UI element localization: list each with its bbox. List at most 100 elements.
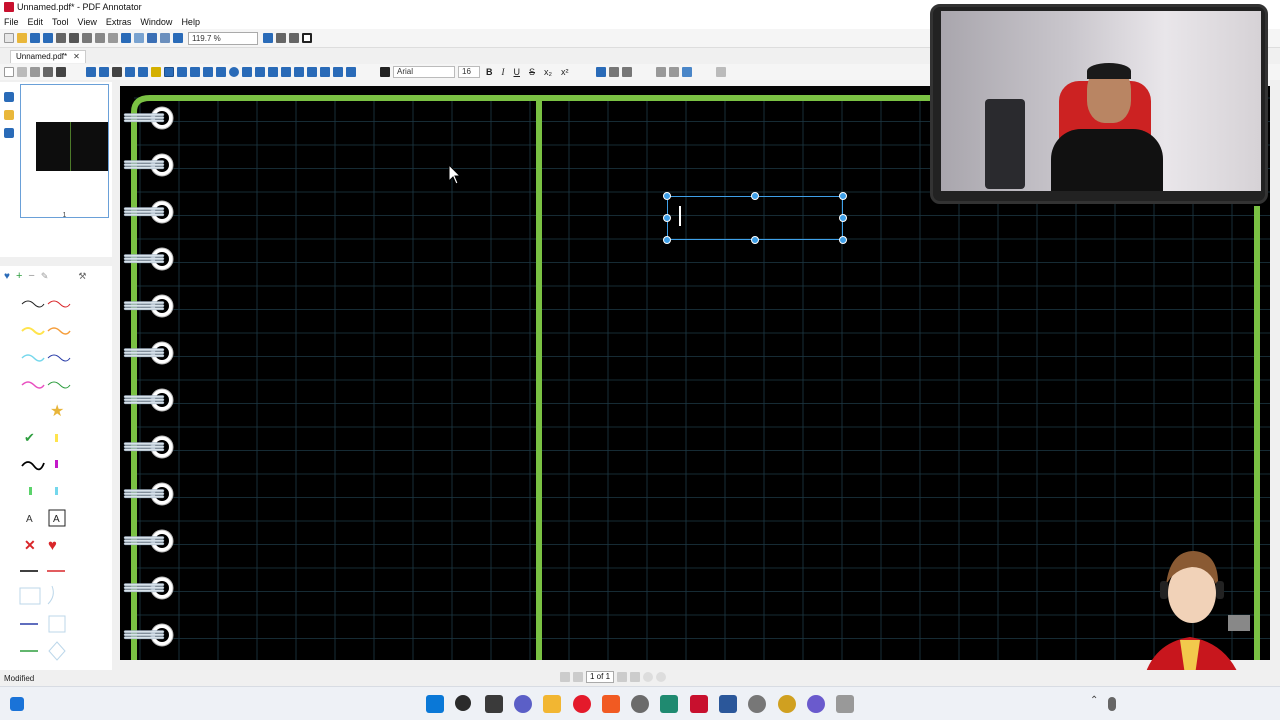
delete-icon[interactable] [108,33,118,43]
resize-handle-top[interactable] [751,192,759,200]
settings-gear-icon[interactable] [631,695,649,713]
resize-handle-bottom[interactable] [751,236,759,244]
edit-favorite-icon[interactable]: ✎ [41,271,49,282]
lasso-tool-icon[interactable] [268,67,278,77]
ruler-icon[interactable] [307,67,317,77]
task-view-icon[interactable] [485,695,503,713]
page-number-field[interactable]: 1 of 1 [586,671,615,683]
superscript-button[interactable]: x² [561,67,569,77]
bold-button[interactable]: B [486,67,493,77]
select-tool-icon[interactable] [86,67,96,77]
camera-icon[interactable] [281,67,291,77]
page-icon[interactable] [4,67,14,77]
layout-icon[interactable] [30,67,40,77]
menu-tool[interactable]: Tool [52,17,69,27]
star-stamp-icon[interactable]: ★ [50,403,64,420]
color-fill-icon[interactable] [681,67,692,77]
binoculars-icon[interactable] [147,33,157,43]
eraser-icon[interactable] [320,67,330,77]
remove-favorite-icon[interactable]: − [28,270,34,282]
zoom-out-icon[interactable] [173,33,183,43]
resize-handle-right[interactable] [839,214,847,222]
light-square-icon[interactable] [48,615,66,633]
line-tool-icon[interactable] [190,67,200,77]
resize-handle-top-left[interactable] [663,192,671,200]
black-pen-icon[interactable] [21,461,45,471]
ellipse-tool-icon[interactable] [229,67,239,77]
text-stamp-icon[interactable]: A [26,514,33,525]
opera-icon[interactable] [573,695,591,713]
cyan-marker-icon[interactable] [55,487,58,495]
checkmark-stamp-icon[interactable]: ✔ [24,430,35,445]
save-icon[interactable] [30,33,40,43]
forward-icon[interactable] [656,672,667,682]
open-folder-icon[interactable] [17,33,27,43]
favorites-settings-icon[interactable]: ⚒ [78,271,86,282]
brave-icon[interactable] [602,695,620,713]
first-page-icon[interactable] [560,672,570,682]
close-panel-icon[interactable] [56,67,66,77]
folder-sidebar-icon[interactable] [4,110,14,120]
menu-extras[interactable]: Extras [106,17,132,27]
resize-handle-bottom-left[interactable] [663,236,671,244]
start-menu-icon[interactable] [426,695,444,713]
tools-icon[interactable] [43,67,53,77]
redo-icon[interactable] [134,33,144,43]
menu-window[interactable]: Window [140,17,172,27]
pdf-annotator-icon[interactable] [690,695,708,713]
font-name-field[interactable]: Arial [393,66,455,78]
resize-handle-bottom-right[interactable] [839,236,847,244]
resize-handle-top-right[interactable] [839,192,847,200]
favorite-heart-icon[interactable] [346,67,356,77]
recorder-icon[interactable] [748,695,766,713]
text-box-tool-icon[interactable] [164,67,174,77]
teams-icon[interactable] [514,695,532,713]
previous-page-icon[interactable] [573,672,583,682]
light-diamond-icon[interactable] [48,641,66,661]
menu-view[interactable]: View [78,17,97,27]
fill-style-icon[interactable] [668,67,679,77]
chrome-icon[interactable] [778,695,796,713]
page-tools-icon[interactable] [160,33,170,43]
back-icon[interactable] [643,672,654,682]
align-right-icon[interactable] [621,67,632,77]
stamp-icon[interactable] [177,67,187,77]
add-favorite-icon[interactable]: + [16,270,22,282]
strikethrough-button[interactable]: S [529,67,535,77]
search-icon[interactable] [455,695,471,711]
close-tab-icon[interactable]: ✕ [73,52,80,61]
crop-icon[interactable] [294,67,304,77]
next-page-icon[interactable] [617,672,628,682]
yellow-marker-icon[interactable] [55,434,58,442]
save-as-icon[interactable] [43,33,53,43]
tab-document[interactable]: Unnamed.pdf* ✕ [10,50,86,63]
subscript-button[interactable]: x₂ [544,67,552,77]
page-thumbnail[interactable]: 1 [20,84,109,219]
zoom-in-icon[interactable] [263,33,273,43]
highlighter-icon[interactable] [151,67,161,77]
green-marker-icon[interactable] [29,487,32,495]
underline-button[interactable]: U [514,67,521,77]
zoom-input[interactable]: 119.7 % [188,31,258,45]
pen-tool-icon[interactable] [138,67,148,77]
menu-help[interactable]: Help [181,17,200,27]
paste-icon[interactable] [95,33,105,43]
cross-stamp-icon[interactable]: ✕ [24,537,36,553]
rectangle-tool-icon[interactable] [216,67,226,77]
last-page-icon[interactable] [630,672,641,682]
file-explorer-icon[interactable] [543,695,561,713]
arrow-tool-icon[interactable] [203,67,213,77]
page-menu-icon[interactable] [17,67,27,77]
new-document-icon[interactable] [4,33,14,43]
light-curve-icon[interactable] [47,585,54,605]
word-icon[interactable] [719,695,737,713]
font-size-field[interactable]: 16 [458,66,480,78]
sum-icon[interactable] [333,67,343,77]
favorite-tool-pens[interactable] [21,300,71,389]
fullscreen-icon[interactable] [302,33,312,43]
text-box-selection[interactable] [667,196,843,240]
fit-page-icon[interactable] [289,33,299,43]
border-style-icon[interactable] [655,67,666,77]
align-center-icon[interactable] [608,67,619,77]
menu-edit[interactable]: Edit [28,17,44,27]
